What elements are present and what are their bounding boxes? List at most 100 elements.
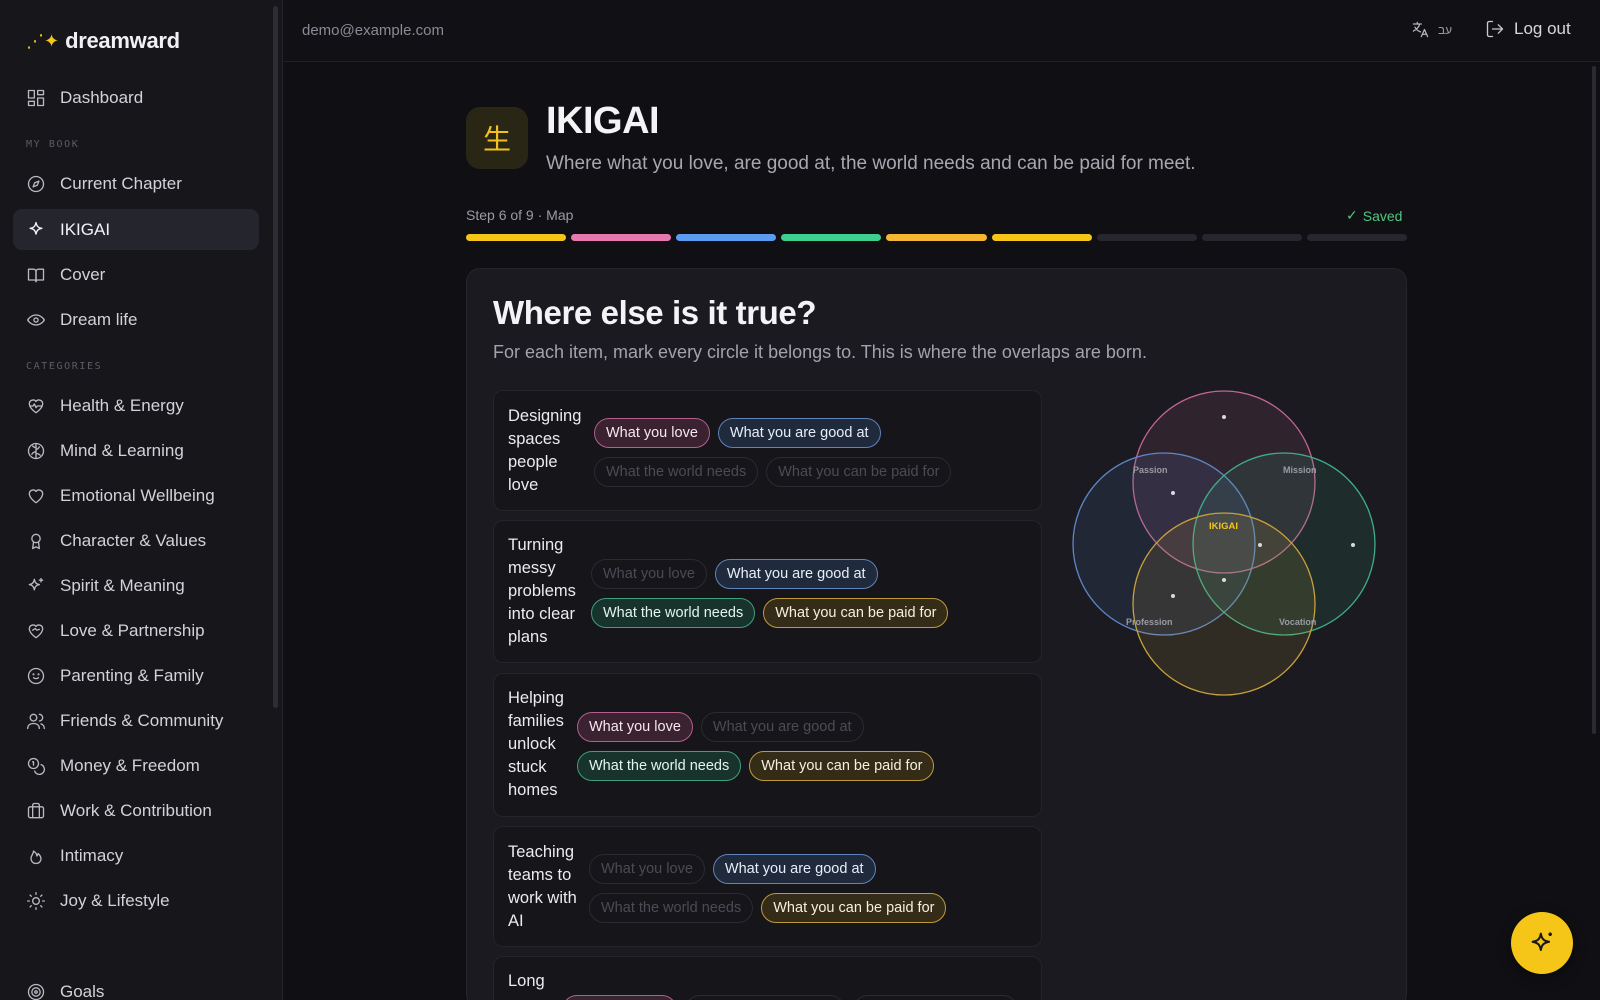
- venn-dot: [1171, 491, 1175, 495]
- item-text: Designing spaces people love: [508, 407, 582, 494]
- target-icon: [27, 983, 45, 1000]
- venn-dot: [1222, 415, 1226, 419]
- tag-what-you-love[interactable]: [562, 995, 677, 1000]
- progress-segment: [466, 234, 567, 241]
- sidebar-item-spirit-meaning[interactable]: Spirit & Meaning: [13, 565, 259, 606]
- sparkle-icon: [1531, 932, 1552, 952]
- main-scrollbar[interactable]: [1592, 66, 1596, 734]
- tag-what-you-can-be-paid-for[interactable]: What you can be paid for: [766, 457, 952, 487]
- progress-segment: [571, 234, 672, 241]
- coins-icon: [27, 757, 45, 775]
- step-progress-bar: [466, 234, 1407, 241]
- sidebar-scrollbar[interactable]: [273, 6, 278, 708]
- tag-what-you-can-be-paid-for[interactable]: What you can be paid for: [761, 893, 947, 923]
- progress-segment: [991, 234, 1092, 241]
- language-toggle[interactable]: עב: [1411, 20, 1452, 39]
- sidebar-item-parenting-family[interactable]: Parenting & Family: [13, 655, 259, 696]
- tag-what-you-can-be-paid-for[interactable]: What you can be paid for: [749, 751, 935, 781]
- eye-icon: [27, 313, 45, 326]
- tag-what-you-love[interactable]: What you love: [591, 559, 707, 589]
- sidebar-item-label: Current Chapter: [60, 173, 182, 193]
- sidebar-item-dashboard[interactable]: Dashboard: [13, 77, 259, 118]
- sidebar-item-cover[interactable]: Cover: [13, 254, 259, 295]
- user-email: demo@example.com: [302, 22, 444, 39]
- baby-icon: [27, 667, 45, 684]
- tag-what-you-love[interactable]: What you love: [577, 712, 693, 742]
- tag-what-the-world-needs[interactable]: What the world needs: [577, 751, 742, 781]
- sidebar-item-label: Cover: [60, 264, 106, 284]
- card-subtitle: For each item, mark every circle it belo…: [493, 342, 1147, 362]
- ai-assistant-button[interactable]: [1511, 912, 1573, 974]
- sidebar-item-label: Intimacy: [60, 845, 124, 865]
- sidebar-item-joy-lifestyle[interactable]: Joy & Lifestyle: [13, 880, 259, 921]
- heart-icon: [28, 488, 44, 503]
- tag-what-you-are-good-at[interactable]: What you are good at: [717, 418, 881, 448]
- tag-what-you-are-good-at[interactable]: What you are good at: [712, 854, 876, 884]
- sidebar-item-ikigai[interactable]: IKIGAI: [13, 209, 259, 250]
- award-icon: [31, 533, 41, 549]
- tag-what-you-love[interactable]: What you love: [589, 854, 705, 884]
- saved-label: Saved: [1362, 207, 1403, 224]
- tag-what-you-are-good-at[interactable]: What you are good at: [700, 712, 864, 742]
- tag-what-the-world-needs[interactable]: What the world needs: [591, 598, 756, 628]
- sidebar-item-label: Parenting & Family: [60, 665, 204, 685]
- section-label-my-book: MY BOOK: [26, 139, 80, 150]
- sidebar-item-label: Goals: [60, 981, 105, 1000]
- venn-dot: [1222, 578, 1226, 582]
- venn-label-mission: Mission: [1283, 465, 1317, 475]
- sidebar-item-health-energy[interactable]: Health & Energy: [13, 385, 259, 426]
- ikigai-venn-diagram: Passion Mission Profession Vocation IKIG…: [1070, 390, 1380, 700]
- heart-handshake-icon: [28, 623, 44, 638]
- sidebar-item-label: Work & Contribution: [60, 800, 212, 820]
- sidebar-item-intimacy[interactable]: Intimacy: [13, 835, 259, 876]
- logout-label: Log out: [1514, 19, 1571, 38]
- sidebar-item-mind-learning[interactable]: Mind & Learning: [13, 430, 259, 471]
- item-text: Turning messy problems into clear plans: [508, 536, 576, 646]
- sidebar-item-current-chapter[interactable]: Current Chapter: [13, 163, 259, 204]
- tag-what-the-world-needs[interactable]: [853, 995, 1018, 1000]
- sidebar-item-money-freedom[interactable]: Money & Freedom: [13, 745, 259, 786]
- sparkle-icon: [29, 221, 43, 235]
- sun-icon: [27, 891, 45, 910]
- logout-button[interactable]: Log out: [1485, 19, 1571, 39]
- list-item: Turning messy problems into clear plans …: [493, 520, 1042, 663]
- sidebar-item-goals[interactable]: Goals: [13, 971, 259, 1000]
- page-title: IKIGAI: [546, 100, 660, 142]
- list-item: Designing spaces people love What you lo…: [493, 390, 1042, 511]
- tag-what-you-can-be-paid-for[interactable]: What you can be paid for: [763, 598, 949, 628]
- progress-segment: [1201, 234, 1302, 241]
- sidebar-item-character-values[interactable]: Character & Values: [13, 520, 259, 561]
- list-item: Long: [493, 956, 1042, 1000]
- tag-group: What you love What you are good at What …: [589, 854, 1029, 923]
- sidebar-item-love-partnership[interactable]: Love & Partnership: [13, 610, 259, 651]
- flame-icon: [30, 849, 42, 864]
- tag-what-you-are-good-at[interactable]: What you are good at: [714, 559, 878, 589]
- card-title: Where else is it true?: [493, 294, 817, 331]
- brand-logo[interactable]: ⋰✦ dreamward: [26, 28, 180, 54]
- magic-wand-icon: ⋰✦: [26, 30, 60, 51]
- sidebar-item-label: Emotional Wellbeing: [60, 485, 215, 505]
- venn-svg: [1072, 390, 1376, 696]
- top-bar: demo@example.com עב Log out: [283, 0, 1600, 62]
- venn-dot: [1258, 543, 1262, 547]
- sidebar-item-label: Mind & Learning: [60, 440, 184, 460]
- sidebar-item-dream-life[interactable]: Dream life: [13, 299, 259, 340]
- progress-segment: [676, 234, 777, 241]
- sidebar-item-label: Money & Freedom: [60, 755, 200, 775]
- sparkles-icon: [28, 577, 44, 590]
- tag-what-you-love[interactable]: What you love: [594, 418, 710, 448]
- sidebar-item-label: IKIGAI: [60, 219, 111, 239]
- sidebar-item-work-contribution[interactable]: Work & Contribution: [13, 790, 259, 831]
- tag-what-you-are-good-at[interactable]: [685, 995, 845, 1000]
- sidebar-item-label: Dashboard: [60, 87, 144, 107]
- ikigai-kanji-icon: 生: [466, 107, 528, 169]
- sidebar-item-emotional-wellbeing[interactable]: Emotional Wellbeing: [13, 475, 259, 516]
- progress-segment: [781, 234, 882, 241]
- translate-icon: [1412, 21, 1429, 38]
- sidebar-item-friends-community[interactable]: Friends & Community: [13, 700, 259, 741]
- tag-what-the-world-needs[interactable]: What the world needs: [594, 457, 759, 487]
- tag-group: [562, 995, 1032, 1000]
- page-subtitle: Where what you love, are good at, the wo…: [546, 153, 1196, 174]
- venn-label-profession: Profession: [1126, 617, 1173, 627]
- tag-what-the-world-needs[interactable]: What the world needs: [589, 893, 754, 923]
